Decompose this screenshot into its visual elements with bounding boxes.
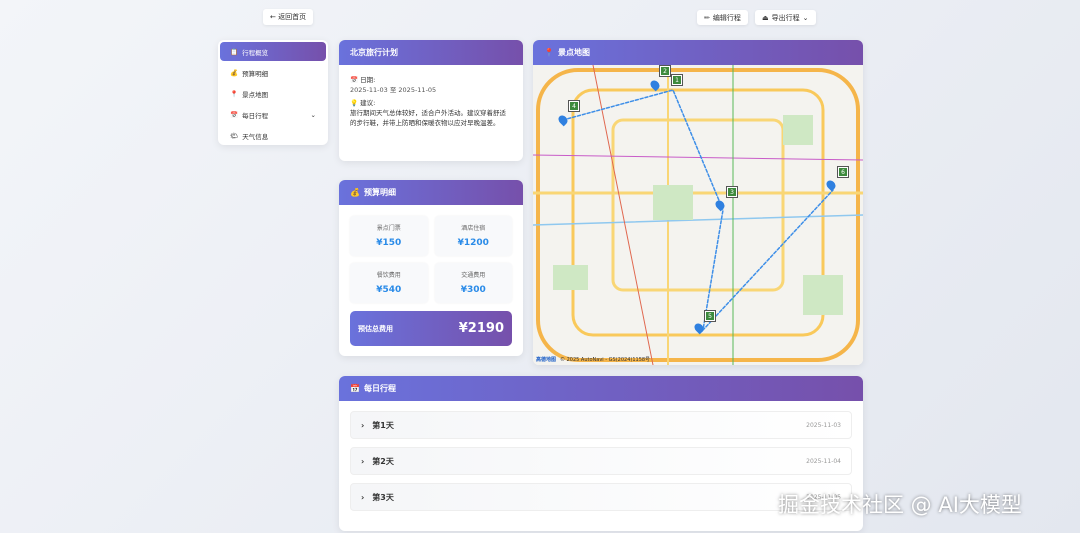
pin-icon: 📍 xyxy=(230,90,238,98)
budget-item: 交通费用 ¥300 xyxy=(435,263,513,303)
day-label: 第1天 xyxy=(372,420,394,431)
map-marker[interactable]: 3 xyxy=(727,187,737,197)
chevron-right-icon: › xyxy=(361,493,364,502)
map-marker[interactable]: 6 xyxy=(838,167,848,177)
nav-label: 预算明细 xyxy=(242,68,268,78)
chevron-down-icon[interactable]: ⌄ xyxy=(311,111,316,119)
daily-title: 每日行程 xyxy=(364,383,396,394)
weather-icon: 🌤 xyxy=(230,132,238,140)
map-marker[interactable]: 5 xyxy=(705,311,715,321)
budget-item: 景点门票 ¥150 xyxy=(350,216,428,256)
watermark: 掘金技术社区 @ AI大模型 xyxy=(778,489,1022,519)
day-label: 第2天 xyxy=(372,456,394,467)
total-value: ¥2190 xyxy=(459,321,504,336)
chevron-down-icon: ⌄ xyxy=(803,14,809,22)
calendar-icon: 📅 xyxy=(350,384,360,393)
nav-map[interactable]: 📍 景点地图 xyxy=(220,84,326,103)
budget-item: 酒店住宿 ¥1200 xyxy=(435,216,513,256)
total-label: 预估总费用 xyxy=(358,324,393,334)
day-row[interactable]: › 第1天 2025-11-03 xyxy=(350,411,852,439)
budget-card: 💰 预算明细 景点门票 ¥150 酒店住宿 ¥1200 餐饮费用 ¥540 交通费用 ¥3… xyxy=(339,180,523,356)
day-label: 第3天 xyxy=(372,492,394,503)
money-bag-icon: 💰 xyxy=(350,188,360,197)
day-row[interactable]: › 第2天 2025-11-04 xyxy=(350,447,852,475)
nav-label: 行程概览 xyxy=(242,47,268,57)
date-label: 📅 日期: xyxy=(350,75,512,85)
map-card: 📍 景点地图 1 2 3 4 5 6 高德地图 © 2025 AutoNavi - … xyxy=(533,40,863,365)
budget-value: ¥1200 xyxy=(435,238,513,248)
sidebar-nav: 📋 行程概览 💰 预算明细 📍 景点地图 📅 每日行程 ⌄ 🌤 天气信息 xyxy=(218,40,328,145)
overview-card: 北京旅行计划 📅 日期: 2025-11-03 至 2025-11-05 💡 建… xyxy=(339,40,523,161)
edit-label: 编辑行程 xyxy=(713,13,741,23)
overview-title: 北京旅行计划 xyxy=(339,40,523,65)
clipboard-icon: 📋 xyxy=(230,48,238,56)
back-home-button[interactable]: ← 返回首页 xyxy=(263,9,313,25)
pin-icon: 📍 xyxy=(544,48,554,57)
calendar-icon: 📅 xyxy=(230,111,238,119)
map-view[interactable]: 1 2 3 4 5 6 高德地图 © 2025 AutoNavi - GS(202… xyxy=(533,65,863,365)
date-value: 2025-11-03 至 2025-11-05 xyxy=(350,85,512,95)
nav-overview[interactable]: 📋 行程概览 xyxy=(220,42,326,61)
nav-weather[interactable]: 🌤 天气信息 xyxy=(220,126,326,145)
advice-text: 旅行期间天气总体较好，适合户外活动。建议穿着舒适的步行鞋，并带上防晒和保暖衣物以… xyxy=(350,108,512,128)
budget-label: 餐饮费用 xyxy=(350,270,428,279)
chevron-right-icon: › xyxy=(361,421,364,430)
export-itinerary-button[interactable]: ⏏导出行程⌄ xyxy=(755,10,816,25)
export-label: 导出行程 xyxy=(772,13,800,23)
budget-title: 预算明细 xyxy=(364,187,396,198)
nav-budget[interactable]: 💰 预算明细 xyxy=(220,63,326,82)
advice-label: 💡 建议: xyxy=(350,98,512,108)
budget-label: 酒店住宿 xyxy=(435,223,513,232)
nav-label: 每日行程 xyxy=(242,110,268,120)
budget-item: 餐饮费用 ¥540 xyxy=(350,263,428,303)
map-marker[interactable]: 4 xyxy=(569,101,579,111)
day-date: 2025-11-04 xyxy=(806,458,841,465)
map-title: 景点地图 xyxy=(558,47,590,58)
map-marker[interactable]: 2 xyxy=(660,66,670,76)
budget-value: ¥540 xyxy=(350,285,428,295)
nav-label: 景点地图 xyxy=(242,89,268,99)
map-logo: 高德地图 xyxy=(536,356,556,363)
budget-label: 景点门票 xyxy=(350,223,428,232)
money-bag-icon: 💰 xyxy=(230,69,238,77)
day-row[interactable]: ›第3天2025-11-05 xyxy=(350,483,852,511)
budget-label: 交通费用 xyxy=(435,270,513,279)
advice-label-text: 建议: xyxy=(360,99,375,107)
map-marker[interactable]: 1 xyxy=(672,75,682,85)
budget-total: 预估总费用 ¥2190 xyxy=(350,311,512,346)
pencil-icon: ✏ xyxy=(704,14,710,22)
chevron-right-icon: › xyxy=(361,457,364,466)
budget-value: ¥150 xyxy=(350,238,428,248)
nav-label: 天气信息 xyxy=(242,131,268,141)
export-icon: ⏏ xyxy=(762,14,769,22)
date-label-text: 日期: xyxy=(360,76,375,84)
map-copyright: © 2025 AutoNavi - GS(2024)1158号 xyxy=(560,356,650,363)
map-attribution: 高德地图 © 2025 AutoNavi - GS(2024)1158号 xyxy=(536,356,650,363)
edit-itinerary-button[interactable]: ✏编辑行程 xyxy=(697,10,748,25)
day-date: 2025-11-03 xyxy=(806,422,841,429)
nav-daily[interactable]: 📅 每日行程 ⌄ xyxy=(220,105,326,124)
map-roads xyxy=(533,65,863,365)
budget-value: ¥300 xyxy=(435,285,513,295)
